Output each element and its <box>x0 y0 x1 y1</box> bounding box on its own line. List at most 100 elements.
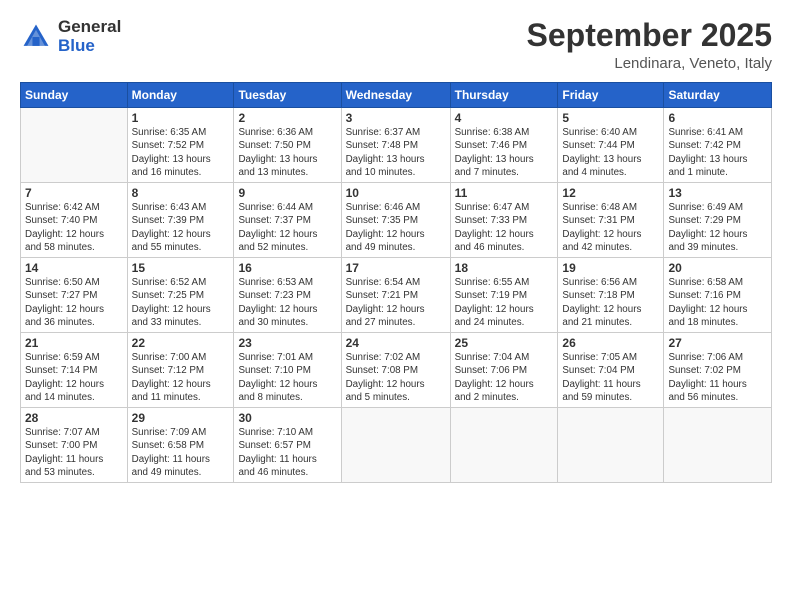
day-number: 6 <box>668 111 767 125</box>
day-info: Sunrise: 6:53 AMSunset: 7:23 PMDaylight:… <box>238 276 336 329</box>
calendar-cell: 18Sunrise: 6:55 AMSunset: 7:19 PMDayligh… <box>450 258 558 333</box>
day-number: 14 <box>25 261 123 275</box>
day-number: 11 <box>455 186 554 200</box>
day-info: Sunrise: 6:43 AMSunset: 7:39 PMDaylight:… <box>132 201 230 254</box>
day-info: Sunrise: 7:04 AMSunset: 7:06 PMDaylight:… <box>455 351 554 404</box>
day-number: 27 <box>668 336 767 350</box>
day-number: 24 <box>346 336 446 350</box>
day-number: 15 <box>132 261 230 275</box>
location: Lendinara, Veneto, Italy <box>527 55 772 72</box>
day-number: 7 <box>25 186 123 200</box>
day-number: 26 <box>562 336 659 350</box>
day-number: 19 <box>562 261 659 275</box>
calendar-cell: 22Sunrise: 7:00 AMSunset: 7:12 PMDayligh… <box>127 333 234 408</box>
logo-blue-text: Blue <box>58 37 121 56</box>
day-info: Sunrise: 6:49 AMSunset: 7:29 PMDaylight:… <box>668 201 767 254</box>
day-number: 20 <box>668 261 767 275</box>
day-number: 3 <box>346 111 446 125</box>
calendar-cell: 6Sunrise: 6:41 AMSunset: 7:42 PMDaylight… <box>664 108 772 183</box>
day-info: Sunrise: 6:47 AMSunset: 7:33 PMDaylight:… <box>455 201 554 254</box>
title-block: September 2025 Lendinara, Veneto, Italy <box>527 18 772 72</box>
calendar-cell: 1Sunrise: 6:35 AMSunset: 7:52 PMDaylight… <box>127 108 234 183</box>
day-info: Sunrise: 7:02 AMSunset: 7:08 PMDaylight:… <box>346 351 446 404</box>
header-monday: Monday <box>127 83 234 108</box>
day-number: 12 <box>562 186 659 200</box>
day-info: Sunrise: 6:50 AMSunset: 7:27 PMDaylight:… <box>25 276 123 329</box>
calendar-cell: 26Sunrise: 7:05 AMSunset: 7:04 PMDayligh… <box>558 333 664 408</box>
header-sunday: Sunday <box>21 83 128 108</box>
calendar-cell <box>341 408 450 483</box>
day-info: Sunrise: 7:09 AMSunset: 6:58 PMDaylight:… <box>132 426 230 479</box>
day-info: Sunrise: 6:37 AMSunset: 7:48 PMDaylight:… <box>346 126 446 179</box>
day-info: Sunrise: 6:41 AMSunset: 7:42 PMDaylight:… <box>668 126 767 179</box>
calendar-cell: 27Sunrise: 7:06 AMSunset: 7:02 PMDayligh… <box>664 333 772 408</box>
day-number: 9 <box>238 186 336 200</box>
calendar-cell: 14Sunrise: 6:50 AMSunset: 7:27 PMDayligh… <box>21 258 128 333</box>
calendar-cell: 7Sunrise: 6:42 AMSunset: 7:40 PMDaylight… <box>21 183 128 258</box>
calendar-week-row: 21Sunrise: 6:59 AMSunset: 7:14 PMDayligh… <box>21 333 772 408</box>
day-info: Sunrise: 7:05 AMSunset: 7:04 PMDaylight:… <box>562 351 659 404</box>
day-number: 4 <box>455 111 554 125</box>
day-info: Sunrise: 6:52 AMSunset: 7:25 PMDaylight:… <box>132 276 230 329</box>
calendar-cell <box>450 408 558 483</box>
day-info: Sunrise: 6:56 AMSunset: 7:18 PMDaylight:… <box>562 276 659 329</box>
calendar-cell <box>558 408 664 483</box>
day-info: Sunrise: 6:42 AMSunset: 7:40 PMDaylight:… <box>25 201 123 254</box>
calendar-cell: 25Sunrise: 7:04 AMSunset: 7:06 PMDayligh… <box>450 333 558 408</box>
day-info: Sunrise: 7:10 AMSunset: 6:57 PMDaylight:… <box>238 426 336 479</box>
calendar-cell: 19Sunrise: 6:56 AMSunset: 7:18 PMDayligh… <box>558 258 664 333</box>
day-info: Sunrise: 6:54 AMSunset: 7:21 PMDaylight:… <box>346 276 446 329</box>
logo-icon <box>20 21 52 53</box>
calendar-cell: 3Sunrise: 6:37 AMSunset: 7:48 PMDaylight… <box>341 108 450 183</box>
calendar-cell: 4Sunrise: 6:38 AMSunset: 7:46 PMDaylight… <box>450 108 558 183</box>
header-saturday: Saturday <box>664 83 772 108</box>
day-info: Sunrise: 6:40 AMSunset: 7:44 PMDaylight:… <box>562 126 659 179</box>
calendar-cell: 9Sunrise: 6:44 AMSunset: 7:37 PMDaylight… <box>234 183 341 258</box>
day-info: Sunrise: 6:48 AMSunset: 7:31 PMDaylight:… <box>562 201 659 254</box>
calendar-cell: 8Sunrise: 6:43 AMSunset: 7:39 PMDaylight… <box>127 183 234 258</box>
calendar-cell: 15Sunrise: 6:52 AMSunset: 7:25 PMDayligh… <box>127 258 234 333</box>
day-number: 22 <box>132 336 230 350</box>
header-tuesday: Tuesday <box>234 83 341 108</box>
calendar-week-row: 28Sunrise: 7:07 AMSunset: 7:00 PMDayligh… <box>21 408 772 483</box>
day-info: Sunrise: 6:55 AMSunset: 7:19 PMDaylight:… <box>455 276 554 329</box>
calendar-cell: 20Sunrise: 6:58 AMSunset: 7:16 PMDayligh… <box>664 258 772 333</box>
day-info: Sunrise: 6:38 AMSunset: 7:46 PMDaylight:… <box>455 126 554 179</box>
day-number: 29 <box>132 411 230 425</box>
header-thursday: Thursday <box>450 83 558 108</box>
calendar-cell: 21Sunrise: 6:59 AMSunset: 7:14 PMDayligh… <box>21 333 128 408</box>
header-wednesday: Wednesday <box>341 83 450 108</box>
day-number: 30 <box>238 411 336 425</box>
logo: General Blue <box>20 18 121 55</box>
day-number: 8 <box>132 186 230 200</box>
calendar-cell: 30Sunrise: 7:10 AMSunset: 6:57 PMDayligh… <box>234 408 341 483</box>
day-number: 16 <box>238 261 336 275</box>
calendar-week-row: 1Sunrise: 6:35 AMSunset: 7:52 PMDaylight… <box>21 108 772 183</box>
logo-general-text: General <box>58 18 121 37</box>
day-number: 18 <box>455 261 554 275</box>
day-info: Sunrise: 6:36 AMSunset: 7:50 PMDaylight:… <box>238 126 336 179</box>
day-info: Sunrise: 7:00 AMSunset: 7:12 PMDaylight:… <box>132 351 230 404</box>
day-info: Sunrise: 7:07 AMSunset: 7:00 PMDaylight:… <box>25 426 123 479</box>
calendar-cell: 23Sunrise: 7:01 AMSunset: 7:10 PMDayligh… <box>234 333 341 408</box>
calendar-cell: 11Sunrise: 6:47 AMSunset: 7:33 PMDayligh… <box>450 183 558 258</box>
calendar-header-row: Sunday Monday Tuesday Wednesday Thursday… <box>21 83 772 108</box>
calendar-cell: 13Sunrise: 6:49 AMSunset: 7:29 PMDayligh… <box>664 183 772 258</box>
calendar-cell: 5Sunrise: 6:40 AMSunset: 7:44 PMDaylight… <box>558 108 664 183</box>
day-number: 23 <box>238 336 336 350</box>
day-number: 2 <box>238 111 336 125</box>
calendar-cell: 16Sunrise: 6:53 AMSunset: 7:23 PMDayligh… <box>234 258 341 333</box>
day-number: 25 <box>455 336 554 350</box>
header-friday: Friday <box>558 83 664 108</box>
day-number: 17 <box>346 261 446 275</box>
calendar: Sunday Monday Tuesday Wednesday Thursday… <box>20 82 772 483</box>
day-info: Sunrise: 6:58 AMSunset: 7:16 PMDaylight:… <box>668 276 767 329</box>
calendar-cell: 24Sunrise: 7:02 AMSunset: 7:08 PMDayligh… <box>341 333 450 408</box>
day-info: Sunrise: 6:35 AMSunset: 7:52 PMDaylight:… <box>132 126 230 179</box>
day-number: 13 <box>668 186 767 200</box>
calendar-cell: 28Sunrise: 7:07 AMSunset: 7:00 PMDayligh… <box>21 408 128 483</box>
month-title: September 2025 <box>527 18 772 53</box>
day-info: Sunrise: 6:46 AMSunset: 7:35 PMDaylight:… <box>346 201 446 254</box>
day-number: 21 <box>25 336 123 350</box>
day-info: Sunrise: 7:01 AMSunset: 7:10 PMDaylight:… <box>238 351 336 404</box>
